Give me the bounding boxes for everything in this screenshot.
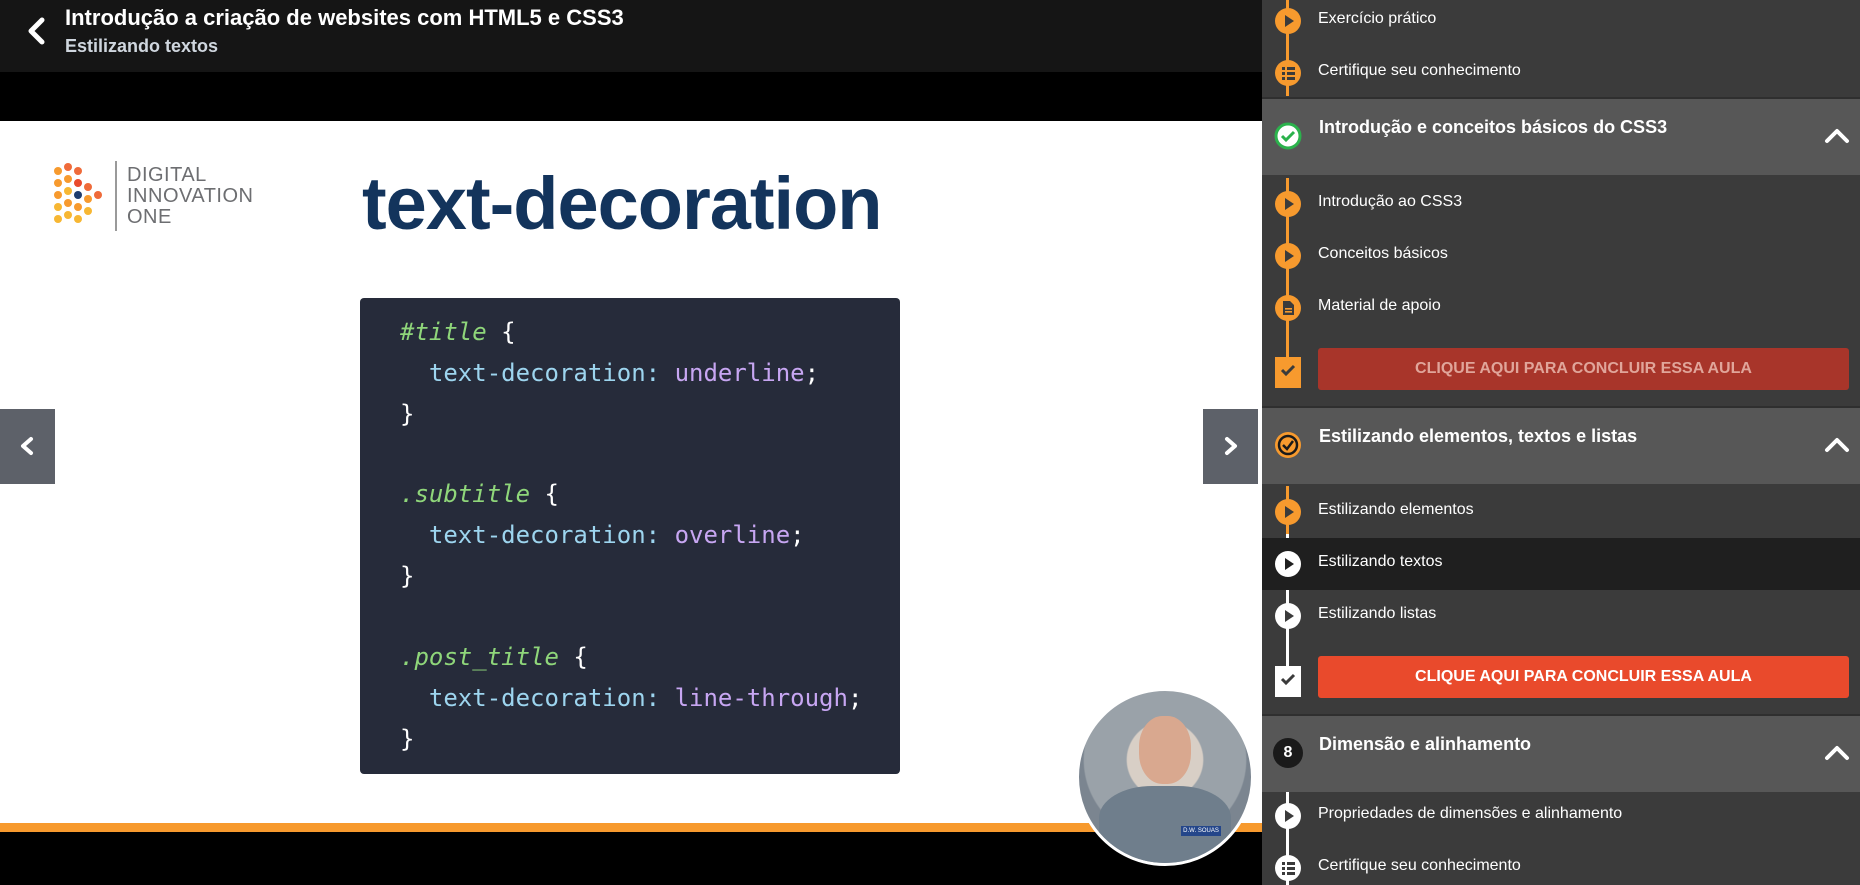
next-lesson-button[interactable] <box>1203 409 1258 484</box>
code-line: text-decoration: overline; <box>428 521 805 549</box>
play-icon <box>1275 803 1301 829</box>
section-header[interactable]: Estilizando elementos, textos e listas <box>1262 406 1860 484</box>
lesson-subtitle: Estilizando textos <box>65 36 219 56</box>
logo-line-1: DIGITAL <box>127 164 207 186</box>
code-line: text-decoration: underline; <box>428 359 820 387</box>
play-icon <box>1275 603 1301 629</box>
dio-logo-icon <box>54 163 102 223</box>
chevron-right-icon <box>1225 437 1237 455</box>
lesson-label: Certifique seu conhecimento <box>1318 62 1521 79</box>
dio-logo: DIGITAL INNOVATION ONE <box>52 161 272 231</box>
instructor-face <box>1139 716 1191 784</box>
lesson-item[interactable]: Estilizando listas <box>1262 590 1860 642</box>
lesson-item[interactable]: Exercício prático <box>1262 0 1860 47</box>
lesson-label: Estilizando listas <box>1318 605 1437 622</box>
logo-line-2: INNOVATION <box>127 185 254 207</box>
chevron-up-icon[interactable] <box>1824 742 1850 762</box>
lesson-label: Propriedades de dimensões e alinhamento <box>1318 805 1623 822</box>
back-arrow-icon[interactable] <box>22 14 54 48</box>
instructor-webcam: D.W. SOUAS <box>1076 688 1254 866</box>
code-block: #title { text-decoration: underline; } .… <box>360 298 900 774</box>
complete-lesson-button[interactable]: CLIQUE AQUI PARA CONCLUIR ESSA AULA <box>1318 656 1849 698</box>
lesson-label: Conceitos básicos <box>1318 245 1448 262</box>
lesson-label: Introdução ao CSS3 <box>1318 193 1463 210</box>
lesson-item[interactable]: Estilizando elementos <box>1262 486 1860 538</box>
section-title: Estilizando elementos, textos e listas <box>1319 426 1638 446</box>
previous-lesson-button[interactable] <box>0 409 55 484</box>
code-line: .post_title { <box>400 643 588 671</box>
player-header: Introdução a criação de websites com HTM… <box>0 0 1262 72</box>
play-icon <box>1275 499 1301 525</box>
code-line: } <box>400 562 415 590</box>
logo-text: DIGITAL INNOVATION ONE <box>127 165 253 228</box>
play-icon <box>1275 191 1301 217</box>
code-line: } <box>400 400 415 428</box>
play-icon <box>1275 8 1301 34</box>
course-sidebar: Exercício prático Certifique seu conheci… <box>1262 0 1860 885</box>
lesson-item[interactable]: Introdução ao CSS3 <box>1262 178 1860 230</box>
section-number: 8 <box>1273 738 1303 768</box>
logo-line-3: ONE <box>127 206 172 228</box>
check-icon <box>1275 666 1301 697</box>
slide-footer-bar <box>0 823 1262 832</box>
in-progress-check-icon <box>1275 432 1301 458</box>
lesson-label: Estilizando textos <box>1318 553 1443 570</box>
list-quiz-icon <box>1275 855 1301 881</box>
complete-lesson-button[interactable]: CLIQUE AQUI PARA CONCLUIR ESSA AULA <box>1318 348 1849 390</box>
lesson-slide: DIGITAL INNOVATION ONE text-decoration #… <box>0 121 1262 832</box>
shirt-badge: D.W. SOUAS <box>1181 826 1221 836</box>
course-title: Introdução a criação de websites com HTM… <box>65 5 624 30</box>
section-title: Introdução e conceitos básicos do CSS3 <box>1319 117 1668 137</box>
chevron-left-icon <box>21 437 33 455</box>
code-line: text-decoration: line-through; <box>428 684 863 712</box>
lesson-item[interactable]: Propriedades de dimensões e alinhamento <box>1262 790 1860 842</box>
lesson-item[interactable]: Conceitos básicos <box>1262 230 1860 282</box>
chevron-up-icon[interactable] <box>1824 125 1850 145</box>
document-icon <box>1275 295 1301 321</box>
lesson-item-current[interactable]: Estilizando textos <box>1262 538 1860 590</box>
lesson-item[interactable]: Certifique seu conhecimento <box>1262 47 1860 99</box>
check-icon <box>1275 357 1301 388</box>
slide-title: text-decoration <box>362 162 883 245</box>
code-line: #title { <box>400 318 516 346</box>
lesson-item[interactable]: Certifique seu conhecimento <box>1262 842 1860 885</box>
lesson-item[interactable]: Material de apoio <box>1262 282 1860 334</box>
video-player[interactable]: Introdução a criação de websites com HTM… <box>0 0 1262 885</box>
list-quiz-icon <box>1275 60 1301 86</box>
code-line: .subtitle { <box>400 480 559 508</box>
chevron-up-icon[interactable] <box>1824 434 1850 454</box>
code-line: } <box>400 725 415 753</box>
lesson-label: Exercício prático <box>1318 10 1437 27</box>
completed-check-icon <box>1274 122 1302 150</box>
section-title: Dimensão e alinhamento <box>1319 734 1532 754</box>
lesson-label: Material de apoio <box>1318 297 1441 314</box>
logo-divider <box>115 161 117 231</box>
lesson-label: Certifique seu conhecimento <box>1318 857 1521 874</box>
play-icon <box>1275 243 1301 269</box>
section-header[interactable]: Introdução e conceitos básicos do CSS3 <box>1262 97 1860 175</box>
play-icon <box>1275 551 1301 577</box>
lesson-label: Estilizando elementos <box>1318 501 1474 518</box>
section-header[interactable]: 8 Dimensão e alinhamento <box>1262 714 1860 792</box>
